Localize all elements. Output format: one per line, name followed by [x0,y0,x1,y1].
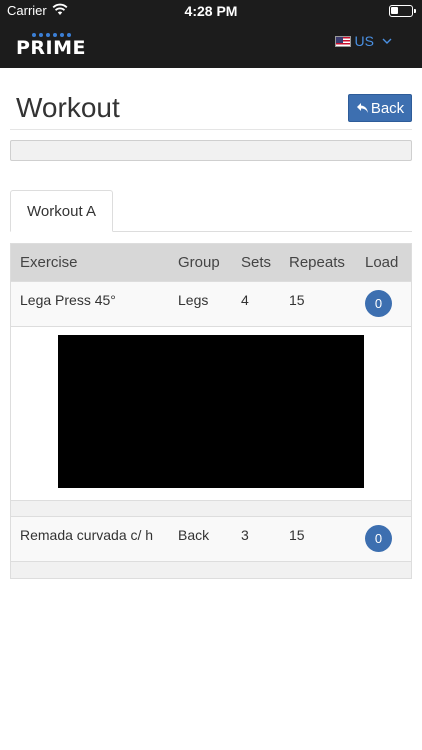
battery-icon [389,5,416,17]
load-badge[interactable]: 0 [365,290,392,317]
column-header-exercise: Exercise [20,254,78,271]
table-row[interactable]: Lega Press 45° Legs 4 15 0 [11,282,411,327]
column-header-sets: Sets [241,254,272,271]
row-spacer [11,562,411,578]
clock: 4:28 PM [184,3,238,19]
column-header-repeats: Repeats [289,254,345,271]
back-button-label: Back [370,99,405,117]
exercise-repeats: 15 [289,292,305,308]
column-header-load: Load [365,254,399,271]
column-header-group: Group [178,254,220,271]
chevron-down-icon [382,38,392,44]
language-label: US [354,33,374,49]
prime-logo[interactable]: PRIME [16,33,88,61]
exercise-group: Legs [178,292,209,308]
tab-workout-a[interactable]: Workout A [10,190,113,232]
header-divider [10,129,412,130]
video-row [11,327,411,501]
load-badge[interactable]: 0 [365,525,392,552]
exercise-video[interactable] [58,335,364,488]
progress-bar [10,140,412,161]
exercise-name: Remada curvada c/ h [20,527,154,543]
table-header-row: Exercise Group Sets Repeats Load [11,244,411,282]
top-navbar: PRIME US [0,22,422,68]
exercise-sets: 3 [241,527,249,543]
exercise-name: Lega Press 45° [20,292,116,308]
tab-label: Workout A [27,202,96,220]
language-selector[interactable]: US [334,33,392,49]
logo-text: PRIME [16,37,87,59]
us-flag-icon [334,35,351,47]
exercise-group: Back [178,527,210,543]
status-bar: Carrier 4:28 PM [0,0,422,22]
page-title: Workout [16,92,120,123]
reply-arrow-icon [356,103,368,113]
table-row[interactable]: Remada curvada c/ h Back 3 15 0 [11,517,411,562]
row-spacer [11,501,411,517]
exercise-sets: 4 [241,292,249,308]
exercise-repeats: 15 [289,527,305,543]
back-button[interactable]: Back [348,94,412,122]
exercise-table: Exercise Group Sets Repeats Load Lega Pr… [10,243,412,579]
